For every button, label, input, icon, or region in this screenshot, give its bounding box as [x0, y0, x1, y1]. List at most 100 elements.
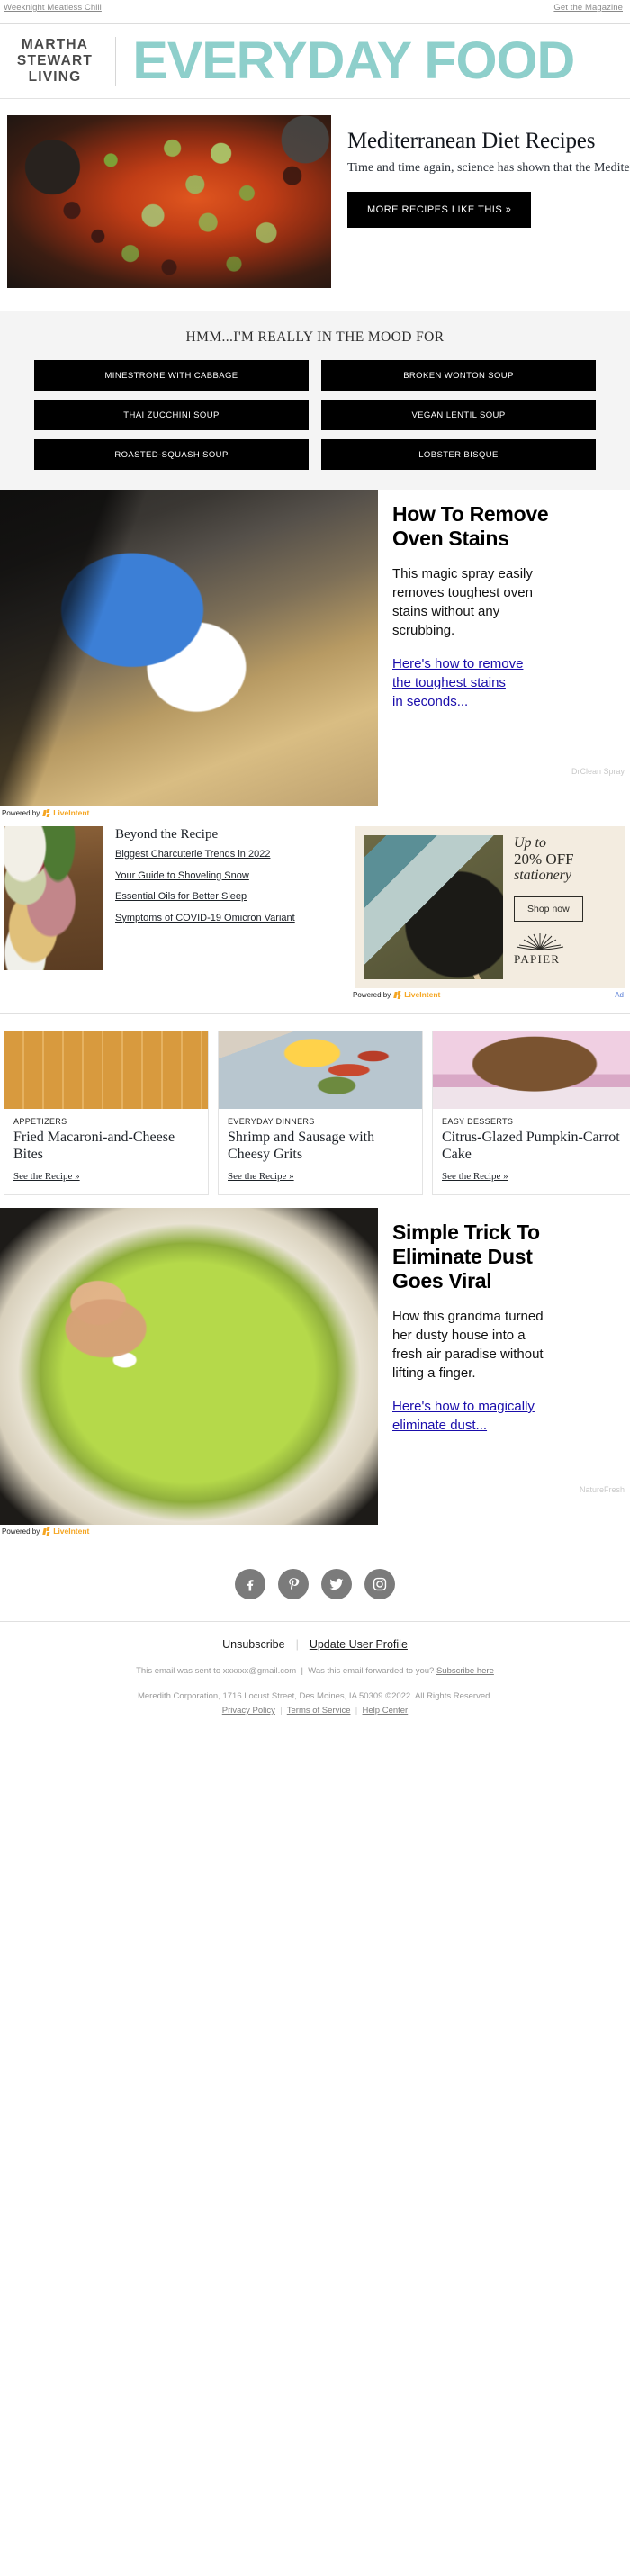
oven-stains-ad-link[interactable]: Here's how to remove the toughest stains… — [392, 654, 523, 711]
oven-stains-ad-image[interactable] — [0, 490, 378, 806]
help-center-link[interactable]: Help Center — [363, 1706, 409, 1716]
eliminate-dust-ad-text: Simple Trick To Eliminate Dust Goes Vira… — [378, 1208, 630, 1435]
brand-line-2: STEWART — [16, 53, 94, 68]
everyday-food-wordmark[interactable]: EVERYDAY FOOD — [116, 35, 575, 87]
see-the-recipe-link-1[interactable]: See the Recipe » — [14, 1171, 80, 1182]
mood-button-roasted-squash-soup[interactable]: ROASTED-SQUASH SOUP — [34, 439, 309, 470]
recipe-card-image-1[interactable] — [4, 1031, 208, 1109]
see-the-recipe-link-2[interactable]: See the Recipe » — [228, 1171, 294, 1182]
eliminate-dust-ad-title: Simple Trick To Eliminate Dust Goes Vira… — [392, 1220, 621, 1293]
recipe-card[interactable]: EASY DESSERTS Citrus-Glazed Pumpkin-Carr… — [432, 1031, 630, 1195]
beyond-the-recipe-links: Beyond the Recipe Biggest Charcuterie Tr… — [103, 826, 342, 970]
pinterest-icon[interactable] — [278, 1569, 309, 1599]
beyond-recipe-row: Beyond the Recipe Biggest Charcuterie Tr… — [0, 817, 630, 999]
recipe-card-image-2[interactable] — [219, 1031, 422, 1109]
facebook-icon[interactable] — [235, 1569, 266, 1599]
beyond-link-essential-oils[interactable]: Essential Oils for Better Sleep — [115, 890, 342, 904]
dust-body-line-3: fresh air paradise without — [392, 1347, 544, 1362]
papier-ad-mark: Ad — [615, 991, 624, 999]
oven-stains-advertiser-name: DrClean Spray — [571, 767, 625, 776]
liveintent-icon-dust — [42, 1527, 51, 1536]
mood-button-thai-zucchini-soup[interactable]: THAI ZUCCHINI SOUP — [34, 400, 309, 430]
dust-link-line-2: eliminate dust... — [392, 1418, 488, 1433]
twitter-icon[interactable] — [321, 1569, 352, 1599]
masthead: MARTHA STEWART LIVING EVERYDAY FOOD — [0, 24, 630, 99]
see-the-recipe-link-3[interactable]: See the Recipe » — [442, 1171, 508, 1182]
preheader-left-link[interactable]: Weeknight Meatless Chili — [4, 3, 102, 13]
liveintent-name: LiveIntent — [53, 808, 90, 817]
update-user-profile-link[interactable]: Update User Profile — [310, 1638, 408, 1651]
unsubscribe-link[interactable]: Unsubscribe — [222, 1638, 284, 1651]
brand-line-3: LIVING — [28, 69, 82, 85]
papier-ad[interactable]: Up to 20% OFF stationery Shop now PAPIER… — [355, 826, 625, 999]
liveintent-icon — [42, 808, 51, 817]
legal-divider-1: | — [277, 1706, 285, 1716]
footer-legal-links: Privacy Policy | Terms of Service | Help… — [0, 1704, 630, 1718]
preheader-right-link[interactable]: Get the Magazine — [554, 3, 623, 13]
papier-ad-content: Up to 20% OFF stationery Shop now PAPIER — [503, 835, 616, 967]
recipe-card[interactable]: APPETIZERS Fried Macaroni-and-Cheese Bit… — [4, 1031, 209, 1195]
mood-button-minestrone-with-cabbage[interactable]: MINESTRONE WITH CABBAGE — [34, 360, 309, 391]
eliminate-dust-advertiser-name: NatureFresh — [579, 1485, 625, 1494]
mood-button-grid: MINESTRONE WITH CABBAGE BROKEN WONTON SO… — [0, 360, 630, 470]
email-page: Weeknight Meatless Chili Get the Magazin… — [0, 0, 630, 1754]
papier-ad-image[interactable] — [364, 835, 503, 979]
mood-section: HMM...I'M REALLY IN THE MOOD FOR MINESTR… — [0, 311, 630, 490]
recipe-card-title-2: Shrimp and Sausage with Cheesy Grits — [228, 1130, 375, 1162]
beyond-link-covid-omicron[interactable]: Symptoms of COVID-19 Omicron Variant — [115, 912, 342, 925]
hero-title: Mediterranean Diet Recipes — [347, 129, 596, 153]
recipe-card-title-1: Fried Macaroni-and-Cheese Bites — [14, 1130, 176, 1162]
recipe-card-category-1: APPETIZERS — [14, 1117, 68, 1126]
recipe-card-body-2: EVERYDAY DINNERS Shrimp and Sausage with… — [219, 1109, 422, 1194]
oven-stains-title-line-2: Oven Stains — [392, 527, 509, 550]
beyond-link-shoveling-snow[interactable]: Your Guide to Shoveling Snow — [115, 869, 342, 883]
recipe-card-body-1: APPETIZERS Fried Macaroni-and-Cheese Bit… — [4, 1109, 208, 1194]
recipe-card-body-3: EASY DESSERTS Citrus-Glazed Pumpkin-Carr… — [433, 1109, 630, 1194]
papier-shop-now-button[interactable]: Shop now — [514, 896, 583, 922]
eliminate-dust-ad-link[interactable]: Here's how to magically eliminate dust..… — [392, 1397, 535, 1435]
charcuterie-image[interactable] — [4, 826, 103, 970]
papier-brand-name: PAPIER — [514, 952, 561, 966]
oven-stains-ad-body: This magic spray easily removes toughest… — [392, 564, 621, 640]
footer-sent-to-text: This email was sent to xxxxxx@gmail.com — [136, 1666, 297, 1676]
oven-stains-link-line-1: Here's how to remove — [392, 656, 524, 671]
terms-of-service-link[interactable]: Terms of Service — [287, 1706, 351, 1716]
recipe-card-image-3[interactable] — [433, 1031, 630, 1109]
mood-button-vegan-lentil-soup[interactable]: VEGAN LENTIL SOUP — [321, 400, 596, 430]
mood-heading: HMM...I'M REALLY IN THE MOOD FOR — [185, 329, 445, 345]
papier-ad-headline: Up to 20% OFF stationery — [514, 835, 616, 884]
hero-text-block: Mediterranean Diet Recipes Time and time… — [331, 115, 630, 228]
recipe-card-title-3: Citrus-Glazed Pumpkin-Carrot Cake — [442, 1130, 620, 1162]
privacy-policy-link[interactable]: Privacy Policy — [222, 1706, 275, 1716]
dust-title-line-3: Goes Viral — [392, 1269, 492, 1293]
beyond-the-recipe-title: Beyond the Recipe — [115, 827, 219, 842]
recipe-card-category-3: EASY DESSERTS — [442, 1117, 514, 1126]
eliminate-dust-ad-image[interactable] — [0, 1208, 378, 1525]
hero-image[interactable] — [7, 115, 331, 288]
martha-stewart-living-logo[interactable]: MARTHA STEWART LIVING — [0, 37, 115, 86]
mood-button-broken-wonton-soup[interactable]: BROKEN WONTON SOUP — [321, 360, 596, 391]
dust-body-line-4: lifting a finger. — [392, 1365, 476, 1381]
liveintent-name-dust: LiveIntent — [53, 1527, 90, 1536]
dust-link-line-1: Here's how to magically — [392, 1399, 535, 1414]
sponsored-ad-oven-stains[interactable]: How To Remove Oven Stains This magic spr… — [0, 490, 630, 806]
footer-sent-to-note: This email was sent to xxxxxx@gmail.com … — [0, 1651, 630, 1679]
legal-divider-2: | — [353, 1706, 360, 1716]
oven-stains-body-line-1: This magic spray easily — [392, 566, 533, 581]
mood-button-lobster-bisque[interactable]: LOBSTER BISQUE — [321, 439, 596, 470]
papier-headline-line-2: 20% OFF — [514, 851, 574, 868]
subscribe-here-link[interactable]: Subscribe here — [436, 1666, 494, 1676]
hero-body: Time and time again, science has shown t… — [347, 161, 630, 175]
instagram-icon[interactable] — [364, 1569, 395, 1599]
footer-note-divider: | — [298, 1666, 306, 1676]
powered-by-liveintent-oven: Powered by LiveIntent — [0, 806, 630, 817]
oven-stains-ad-title: How To Remove Oven Stains — [392, 502, 621, 551]
footer-action-links: Unsubscribe | Update User Profile — [0, 1622, 630, 1651]
recipe-card[interactable]: EVERYDAY DINNERS Shrimp and Sausage with… — [218, 1031, 423, 1195]
sponsored-ad-eliminate-dust[interactable]: Simple Trick To Eliminate Dust Goes Vira… — [0, 1208, 630, 1525]
papier-fan-icon — [516, 933, 564, 950]
papier-brand-lockup: PAPIER — [514, 932, 616, 967]
more-recipes-button[interactable]: MORE RECIPES LIKE THIS » — [347, 191, 532, 228]
beyond-link-charcuterie-trends[interactable]: Biggest Charcuterie Trends in 2022 — [115, 848, 342, 861]
oven-stains-title-line-1: How To Remove — [392, 502, 549, 526]
